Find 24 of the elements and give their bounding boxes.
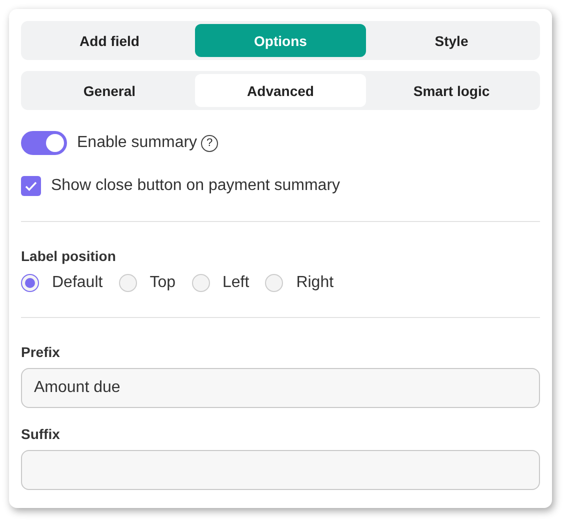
toggle-switch[interactable] [21,131,67,155]
radio-label: Left [222,274,250,292]
radio-label: Default [52,274,103,292]
radio-label: Top [150,274,176,292]
field-label: Prefix [21,344,61,360]
radio-label: Right [296,274,334,292]
tab[interactable]: Advanced [195,74,366,107]
radio-button[interactable] [192,274,210,292]
section-label: Label position [21,248,117,264]
help-icon[interactable]: ? [201,134,218,152]
tab[interactable]: Smart logic [366,74,537,107]
input-field[interactable] [21,450,540,490]
tab[interactable]: Style [366,24,537,57]
check-icon [24,179,38,193]
toggle-label: Enable summary [77,134,198,152]
checkbox-label: Show close button on payment summary [51,177,340,195]
radio-button[interactable] [21,274,39,292]
checkbox[interactable] [21,176,41,196]
input-field[interactable]: Amount due [21,368,540,408]
tab[interactable]: Add field [24,24,195,57]
tab[interactable]: General [24,74,195,107]
radio-button[interactable] [118,274,137,292]
radio-button[interactable] [265,274,284,292]
field-label: Suffix [21,426,61,442]
